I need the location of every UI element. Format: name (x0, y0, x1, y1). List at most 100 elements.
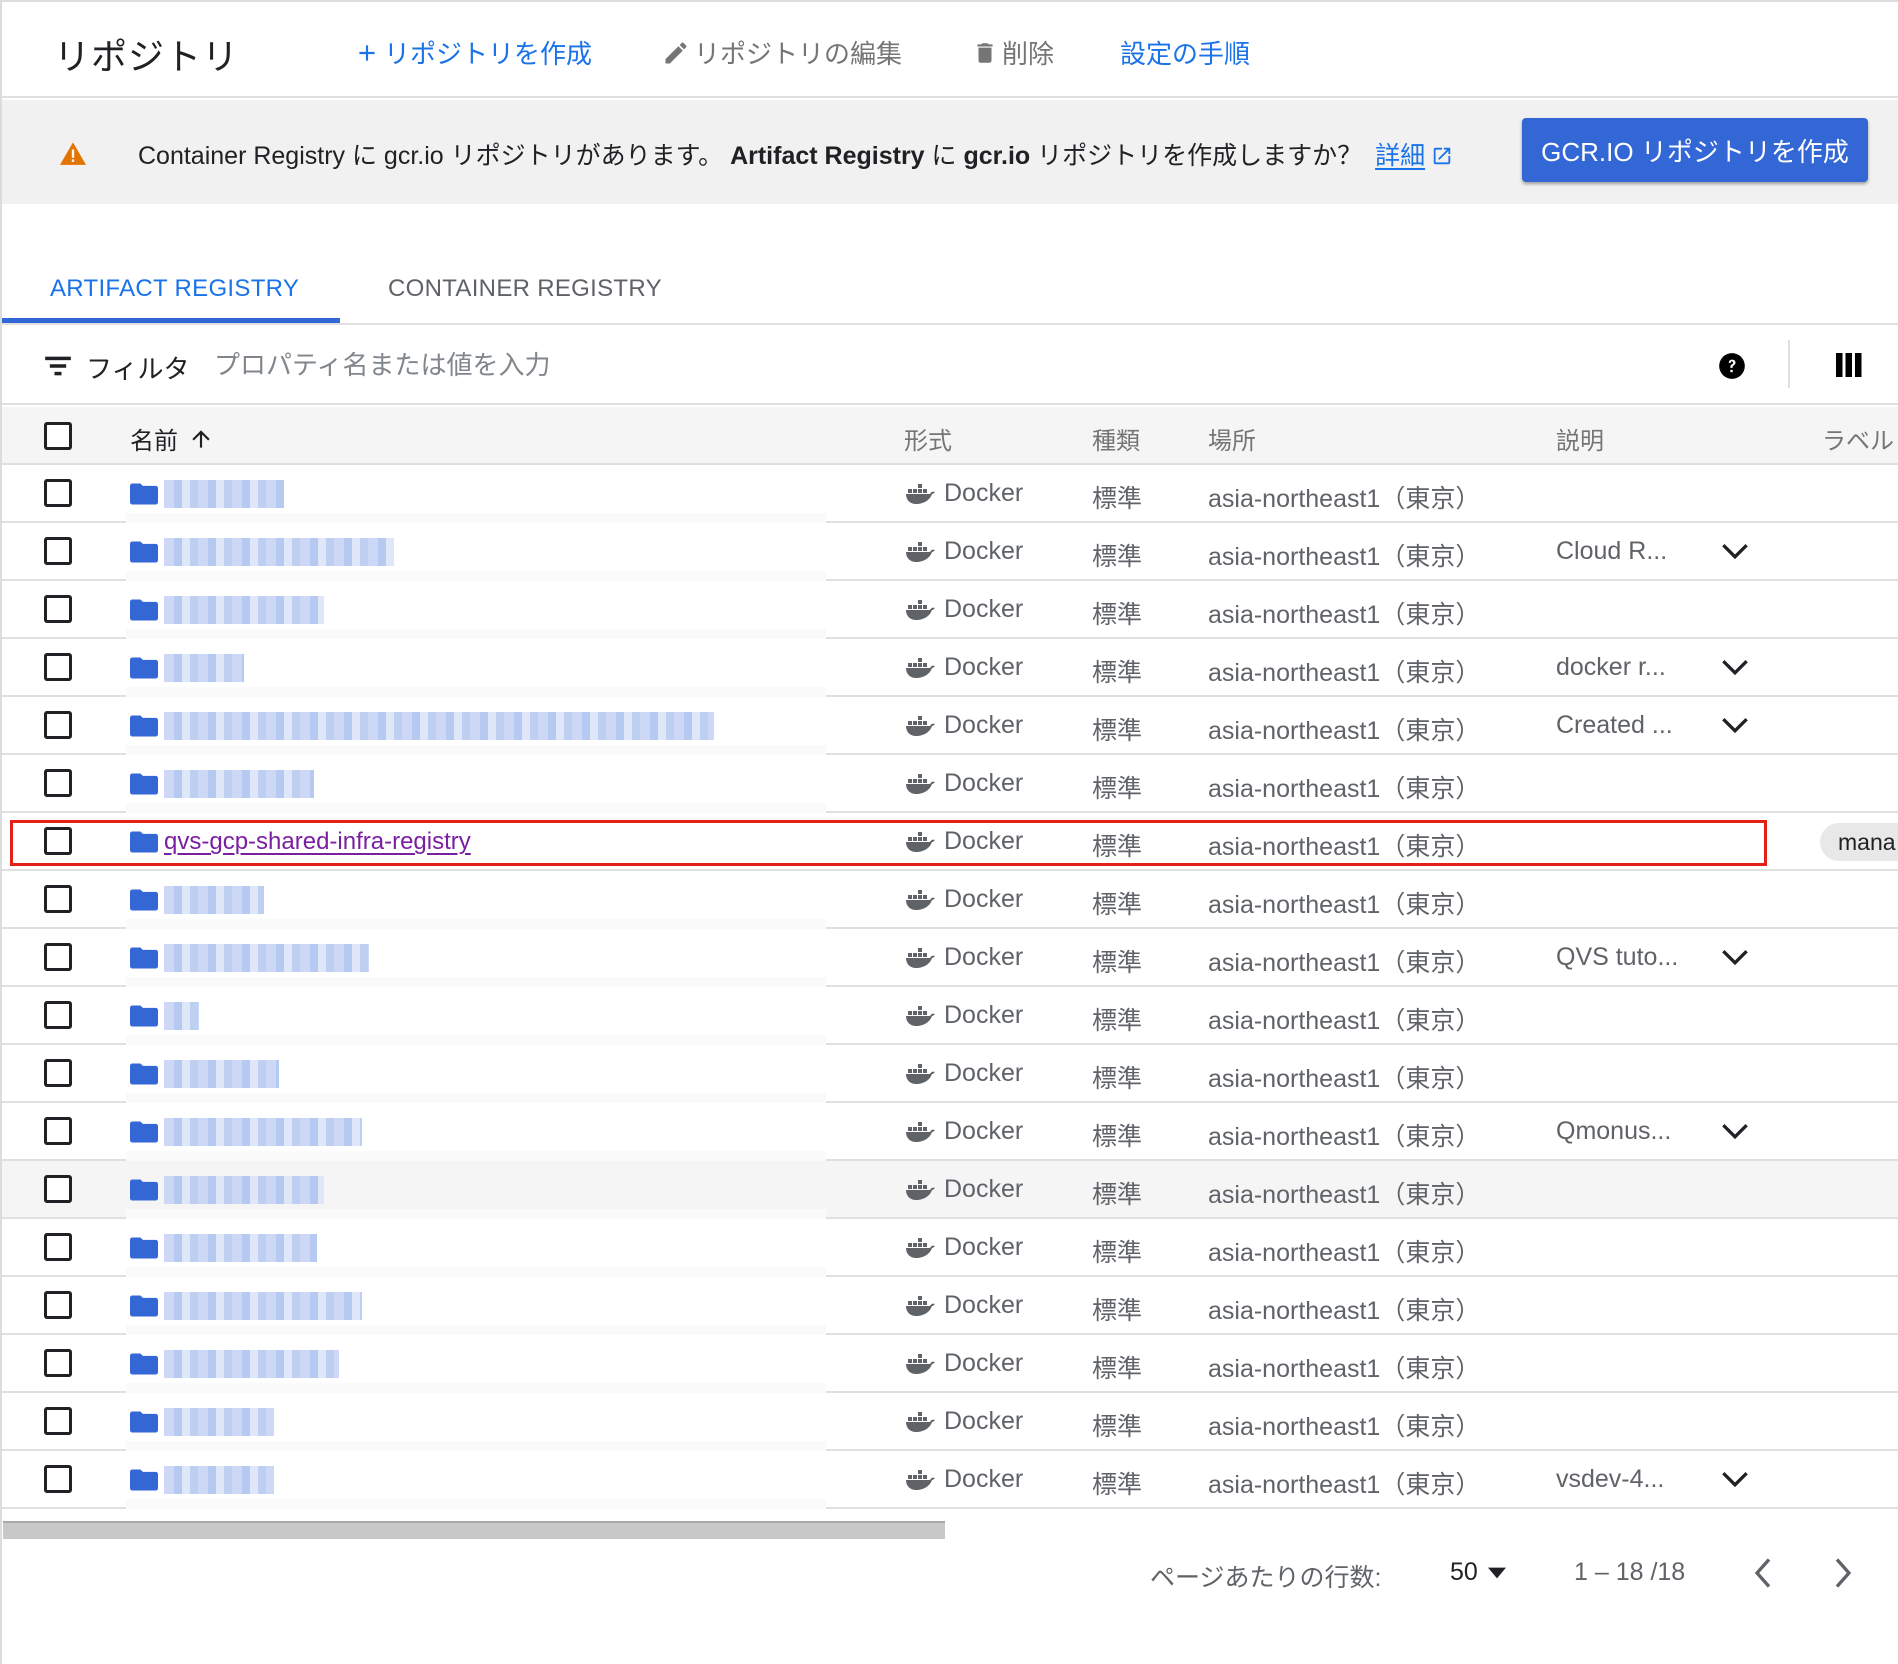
type-cell: 標準 (1092, 1239, 1143, 1267)
repository-name-cell[interactable] (130, 651, 244, 685)
format-value: Docker (944, 1349, 1024, 1377)
column-header-format[interactable]: 形式 (904, 421, 952, 456)
table-row[interactable]: qvs-gcp-shared-infra-registry Docker 標準 asi… (2, 813, 1898, 871)
table-row[interactable]: Docker 標準 asia-northeast1（東京） vsdev-4... (2, 1451, 1898, 1509)
row-checkbox[interactable] (44, 885, 72, 913)
row-checkbox[interactable] (44, 1465, 72, 1493)
row-checkbox[interactable] (44, 653, 72, 681)
repository-name-cell[interactable] (130, 883, 264, 917)
table-row[interactable]: Docker 標準 asia-northeast1（東京） (2, 1335, 1898, 1393)
repository-name-cell[interactable] (130, 1289, 362, 1323)
row-checkbox[interactable] (44, 711, 72, 739)
repository-name-cell[interactable] (130, 1463, 274, 1497)
repository-name-cell[interactable] (130, 1115, 362, 1149)
table-row[interactable]: Docker 標準 asia-northeast1（東京） (2, 1277, 1898, 1335)
rows-per-page-select[interactable]: 50 (1450, 1558, 1506, 1587)
repository-name-cell[interactable] (130, 1231, 317, 1265)
repository-name-cell[interactable] (130, 1173, 324, 1207)
repository-name-cell[interactable] (130, 1057, 279, 1091)
repository-name-cell[interactable] (130, 1347, 339, 1381)
row-checkbox[interactable] (44, 1407, 72, 1435)
table-row[interactable]: Docker 標準 asia-northeast1（東京） (2, 1219, 1898, 1277)
repository-name-cell[interactable] (130, 1405, 274, 1439)
table-row[interactable]: Docker 標準 asia-northeast1（東京） (2, 465, 1898, 523)
format-cell: Docker (906, 1001, 1023, 1030)
column-header-name[interactable]: 名前 (130, 421, 214, 456)
column-display-icon[interactable] (1836, 353, 1862, 377)
format-value: Docker (944, 1117, 1024, 1145)
table-row[interactable]: Docker 標準 asia-northeast1（東京） Created ... (2, 697, 1898, 755)
banner-text-2: に (924, 142, 964, 170)
table-row[interactable]: Docker 標準 asia-northeast1（東京） (2, 987, 1898, 1045)
description-cell: docker r... (1556, 653, 1666, 681)
edit-repository-button[interactable]: リポジトリの編集 (662, 34, 902, 71)
repository-name-cell[interactable] (130, 999, 199, 1033)
column-header-labels[interactable]: ラベル (1822, 421, 1894, 456)
row-checkbox[interactable] (44, 479, 72, 507)
row-checkbox[interactable] (44, 1117, 72, 1145)
filter-input[interactable] (214, 343, 1414, 387)
folder-icon (130, 1295, 158, 1317)
chevron-down-icon[interactable] (1721, 541, 1749, 561)
chevron-down-icon[interactable] (1721, 947, 1749, 967)
row-checkbox[interactable] (44, 1001, 72, 1029)
repository-name-cell[interactable] (130, 767, 314, 801)
row-checkbox[interactable] (44, 1233, 72, 1261)
row-checkbox[interactable] (44, 827, 72, 855)
repository-name-cell[interactable]: qvs-gcp-shared-infra-registry (130, 825, 471, 859)
delete-button[interactable]: 削除 (972, 34, 1054, 71)
column-header-location[interactable]: 場所 (1208, 421, 1256, 456)
row-checkbox[interactable] (44, 537, 72, 565)
sort-ascending-icon (192, 429, 210, 448)
location-cell: asia-northeast1（東京） (1208, 949, 1481, 977)
type-cell: 標準 (1092, 891, 1143, 919)
delete-label: 削除 (1002, 39, 1055, 69)
table-row[interactable]: Docker 標準 asia-northeast1（東京） (2, 755, 1898, 813)
table-row[interactable]: Docker 標準 asia-northeast1（東京） (2, 581, 1898, 639)
repository-name-cell[interactable] (130, 477, 284, 511)
table-row[interactable]: Docker 標準 asia-northeast1（東京） (2, 871, 1898, 929)
select-all-checkbox[interactable] (44, 422, 72, 450)
repository-name-cell[interactable] (130, 941, 369, 975)
tab-container-registry[interactable]: CONTAINER REGISTRY (388, 275, 662, 303)
horizontal-scrollbar-thumb[interactable] (3, 1521, 945, 1539)
row-checkbox[interactable] (44, 1291, 72, 1319)
next-page-icon[interactable] (1832, 1558, 1854, 1588)
create-gcr-repository-button[interactable]: GCR.IO リポジトリを作成 (1522, 118, 1868, 182)
row-checkbox[interactable] (44, 1175, 72, 1203)
chevron-down-icon[interactable] (1721, 1121, 1749, 1141)
redacted-name-shadow (126, 1035, 826, 1045)
format-cell: Docker (906, 1465, 1023, 1494)
type-cell: 標準 (1092, 717, 1143, 745)
folder-icon (130, 1005, 158, 1027)
chevron-down-icon[interactable] (1721, 715, 1749, 735)
chevron-down-icon[interactable] (1721, 1469, 1749, 1489)
table-row[interactable]: Docker 標準 asia-northeast1（東京） docker r... (2, 639, 1898, 697)
help-icon[interactable] (1718, 352, 1746, 380)
location-cell: asia-northeast1（東京） (1208, 1007, 1481, 1035)
repository-name-cell[interactable] (130, 535, 394, 569)
learn-more-link[interactable]: 詳細 (1375, 142, 1425, 170)
repository-name-link[interactable]: qvs-gcp-shared-infra-registry (164, 828, 471, 856)
row-checkbox[interactable] (44, 1059, 72, 1087)
tab-artifact-registry[interactable]: ARTIFACT REGISTRY (50, 275, 299, 303)
setup-instructions-link[interactable]: 設定の手順 (1120, 34, 1250, 71)
row-checkbox[interactable] (44, 1349, 72, 1377)
repository-name-cell[interactable] (130, 593, 324, 627)
column-header-type[interactable]: 種類 (1092, 421, 1140, 456)
table-row[interactable]: Docker 標準 asia-northeast1（東京） Qmonus... (2, 1103, 1898, 1161)
column-header-description[interactable]: 説明 (1556, 421, 1604, 456)
table-row[interactable]: Docker 標準 asia-northeast1（東京） QVS tuto... (2, 929, 1898, 987)
docker-icon (906, 483, 935, 504)
table-row[interactable]: Docker 標準 asia-northeast1（東京） (2, 1393, 1898, 1451)
table-row[interactable]: Docker 標準 asia-northeast1（東京） (2, 1161, 1898, 1219)
row-checkbox[interactable] (44, 943, 72, 971)
repository-name-cell[interactable] (130, 709, 714, 743)
create-repository-button[interactable]: リポジトリを作成 (354, 34, 592, 71)
row-checkbox[interactable] (44, 595, 72, 623)
table-row[interactable]: Docker 標準 asia-northeast1（東京） Cloud R... (2, 523, 1898, 581)
table-row[interactable]: Docker 標準 asia-northeast1（東京） (2, 1045, 1898, 1103)
previous-page-icon[interactable] (1752, 1558, 1774, 1588)
chevron-down-icon[interactable] (1721, 657, 1749, 677)
row-checkbox[interactable] (44, 769, 72, 797)
